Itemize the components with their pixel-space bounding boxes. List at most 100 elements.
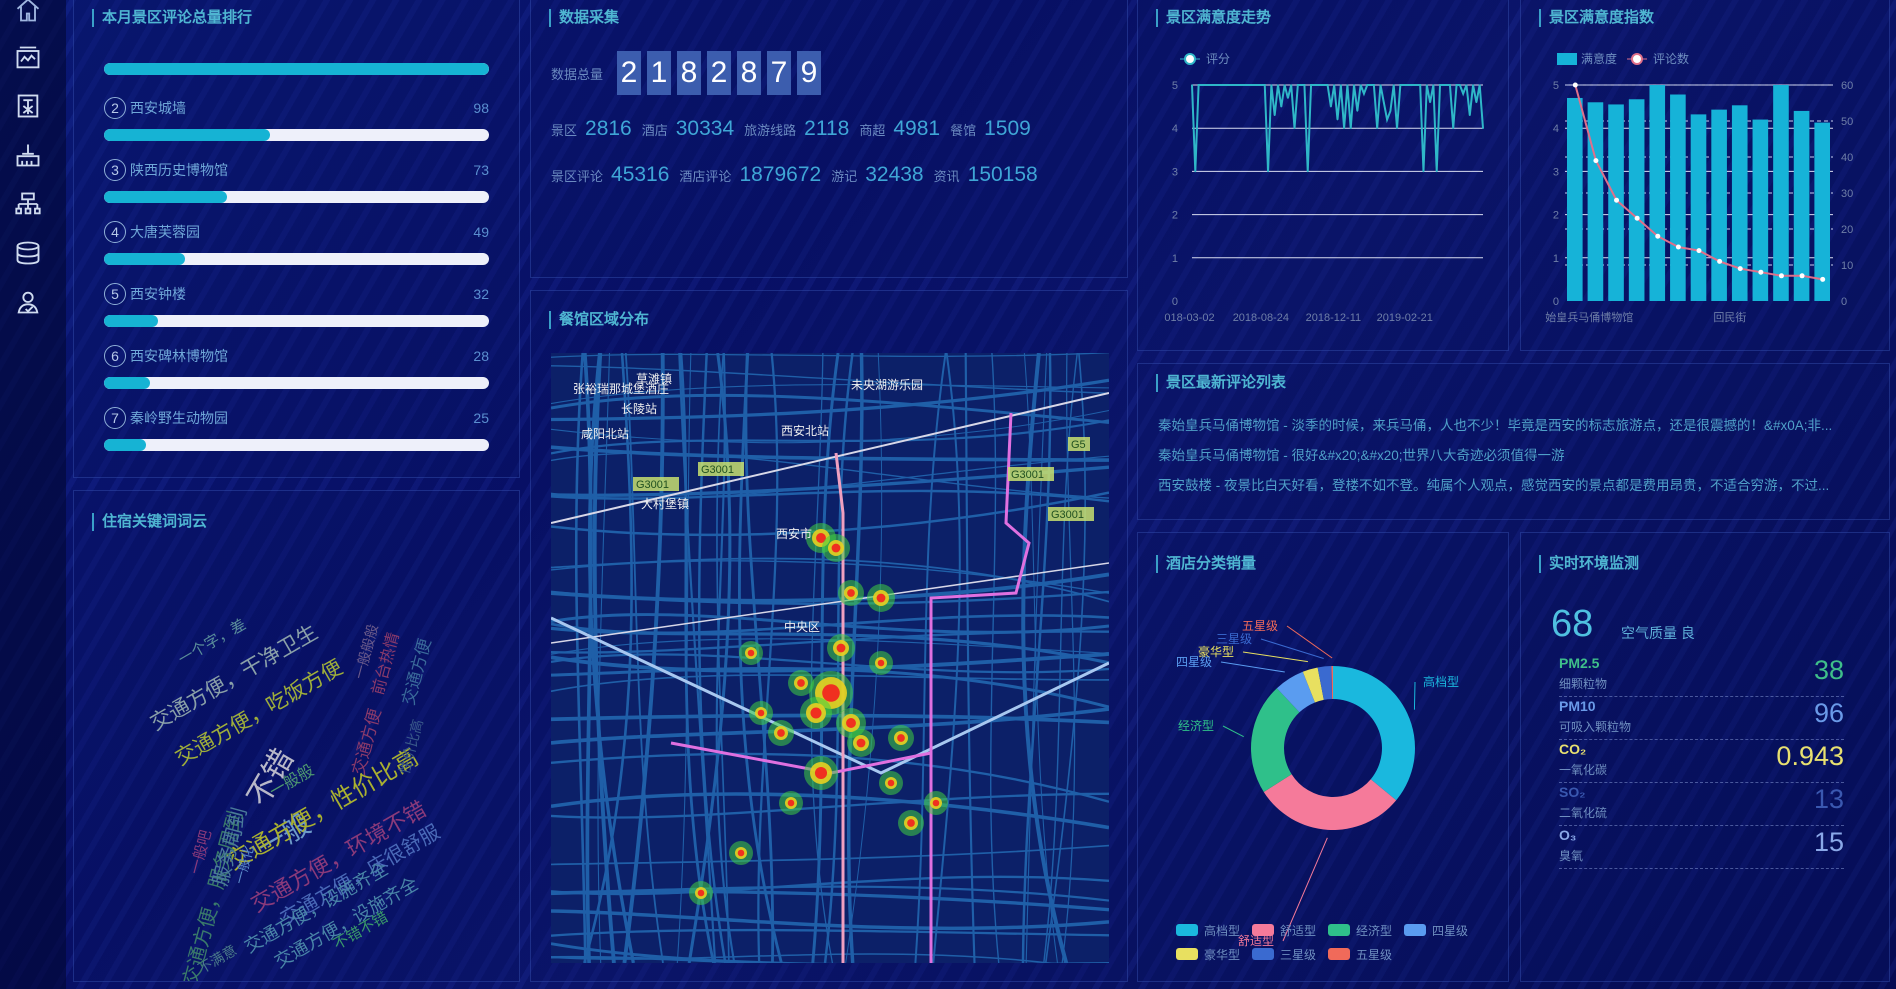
comment-item[interactable]: 西安鼓楼 - 夜景比白天好看，登楼不如不登。纯属个人观点，感觉西安的景点都是费用… xyxy=(1158,474,1869,494)
data-point xyxy=(1386,118,1388,121)
bar[interactable] xyxy=(1649,85,1666,301)
env-metric-name: O₃ xyxy=(1559,827,1577,843)
building-icon[interactable] xyxy=(14,92,42,120)
ranking-item[interactable]: 7 秦岭野生动物园 25 xyxy=(104,407,489,451)
data-point[interactable] xyxy=(1758,269,1764,275)
bar[interactable] xyxy=(1711,109,1727,302)
pie-label: 高档型 xyxy=(1423,674,1459,689)
user-icon[interactable] xyxy=(14,288,42,316)
heat-spot xyxy=(932,799,940,807)
counter-digit: 8 xyxy=(737,51,762,95)
x-tick-label: 2018-08-24 xyxy=(1233,312,1289,324)
ranking-item-value: 73 xyxy=(473,162,489,178)
y2-tick-label: 0 xyxy=(1841,296,1847,308)
data-point xyxy=(1300,84,1302,86)
environment-panel: 实时环境监测 68 空气质量 良 PM2.5 细颗粒物 38 PM10 可吸入颗粒物 96… xyxy=(1520,532,1890,982)
factory-icon[interactable] xyxy=(14,141,42,169)
restaurant-heatmap[interactable]: 张裕瑞那城堡酒庄草滩镇长陵站咸阳北站 西安北站未央湖游乐园G3001G3001G3… xyxy=(551,353,1109,963)
legend-label[interactable]: 高档型 xyxy=(1204,923,1240,938)
y-tick-label: 4 xyxy=(1553,123,1559,135)
data-point[interactable] xyxy=(1675,244,1681,250)
stat-value: 45316 xyxy=(611,163,670,186)
data-point xyxy=(1277,84,1279,86)
bar[interactable] xyxy=(1793,110,1810,301)
data-point[interactable] xyxy=(1572,82,1578,88)
ranking-item[interactable]: 3 陕西历史博物馆 73 xyxy=(104,159,489,203)
data-point xyxy=(1201,84,1203,86)
rank-number: 6 xyxy=(104,345,126,367)
ranking-item[interactable] xyxy=(104,47,489,75)
stat-label: 旅游线路 xyxy=(744,123,797,138)
bar[interactable] xyxy=(1731,105,1748,301)
monitor-chart-icon[interactable] xyxy=(14,44,42,72)
bar[interactable] xyxy=(1814,122,1830,301)
pie-label-line xyxy=(1286,625,1333,659)
bar[interactable] xyxy=(1567,97,1583,302)
database-icon[interactable] xyxy=(14,239,42,267)
legend-label[interactable]: 满意度 xyxy=(1581,51,1617,66)
heat-spot xyxy=(836,643,846,653)
data-point[interactable] xyxy=(1634,215,1640,221)
hotel-sales-panel: 酒店分类销量 高档型 舒适型 经济型 四星级 豪华型 三星级 五星级 高档型 舒适型 经济型 四星级… xyxy=(1137,532,1509,982)
legend-swatch xyxy=(1176,924,1198,936)
bar[interactable] xyxy=(1773,85,1789,301)
legend-swatch xyxy=(1557,53,1577,65)
pie-label: 经济型 xyxy=(1178,718,1214,733)
data-point xyxy=(1369,84,1372,86)
data-point xyxy=(1449,84,1451,86)
data-point[interactable] xyxy=(1655,233,1661,239)
legend-label[interactable]: 五星级 xyxy=(1356,948,1392,962)
heat-spot xyxy=(810,707,822,719)
stat-label: 景区 xyxy=(551,123,578,138)
org-chart-icon[interactable] xyxy=(14,190,42,218)
counter-digit: 7 xyxy=(767,51,792,95)
data-point xyxy=(1260,84,1263,86)
bar[interactable] xyxy=(1628,99,1645,301)
bar[interactable] xyxy=(1690,114,1707,301)
map-label: 中央区 xyxy=(784,619,820,634)
data-point xyxy=(1326,84,1329,86)
legend-label[interactable]: 舒适型 xyxy=(1280,924,1316,938)
home-icon[interactable] xyxy=(14,0,42,24)
data-point xyxy=(1340,84,1342,86)
legend-label[interactable]: 评论数 xyxy=(1653,51,1689,66)
legend-label[interactable]: 四星级 xyxy=(1432,924,1468,938)
ranking-progress-fill xyxy=(104,253,185,265)
comment-item[interactable]: 秦始皇兵马俑博物馆 - 很好&#x20;&#x20;世界八大奇迹必须值得一游 xyxy=(1158,444,1869,464)
legend-label[interactable]: 豪华型 xyxy=(1204,947,1240,962)
comment-item[interactable]: 秦始皇兵马俑博物馆 - 淡季的时候，来兵马俑，人也不少！毕竟是西安的标志旅游点，… xyxy=(1158,414,1869,434)
legend-label[interactable]: 经济型 xyxy=(1356,923,1392,938)
data-point[interactable] xyxy=(1717,258,1723,264)
env-metric-row: PM10 可吸入颗粒物 96 xyxy=(1559,696,1844,740)
y-tick-label: 5 xyxy=(1172,80,1178,92)
data-point[interactable] xyxy=(1778,273,1784,279)
rank-number: 5 xyxy=(104,283,126,305)
bar[interactable] xyxy=(1670,94,1686,301)
ranking-item[interactable]: 6 西安碑林博物馆 28 xyxy=(104,345,489,389)
data-point xyxy=(1389,110,1392,112)
data-point[interactable] xyxy=(1737,266,1743,272)
legend-swatch xyxy=(1328,948,1350,960)
panel-title: 景区满意度指数 xyxy=(1539,9,1654,27)
ranking-item[interactable]: 2 西安城墙 98 xyxy=(104,97,489,141)
stats-row: 景区评论 45316 酒店评论 1879672 游记 32438 资讯 150158 xyxy=(551,163,1048,187)
data-point xyxy=(1475,101,1478,104)
data-point[interactable] xyxy=(1696,248,1702,254)
data-point xyxy=(1237,84,1240,86)
stat-value: 32438 xyxy=(865,163,924,186)
data-point xyxy=(1412,84,1415,86)
counter-digit: 9 xyxy=(797,51,822,95)
data-point[interactable] xyxy=(1593,158,1599,164)
data-point[interactable] xyxy=(1614,197,1620,203)
bar[interactable] xyxy=(1587,102,1604,301)
ranking-item[interactable]: 5 西安钟楼 32 xyxy=(104,283,489,327)
legend-label[interactable]: 三星级 xyxy=(1280,948,1316,962)
legend-label[interactable]: 评分 xyxy=(1206,52,1230,66)
data-point xyxy=(1191,84,1193,86)
pie-slice[interactable] xyxy=(1333,666,1415,801)
data-point[interactable] xyxy=(1820,276,1826,282)
data-point xyxy=(1234,84,1236,86)
ranking-item[interactable]: 4 大唐芙蓉园 49 xyxy=(104,221,489,265)
data-point[interactable] xyxy=(1799,273,1805,279)
bar[interactable] xyxy=(1608,104,1624,301)
